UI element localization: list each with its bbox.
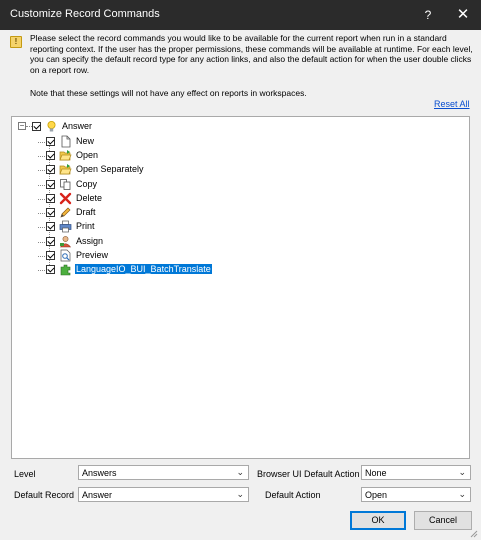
chevron-down-icon: ⌄	[236, 467, 244, 477]
tree-item-label: Copy	[76, 178, 98, 189]
copy-icon	[59, 178, 72, 191]
info-message: Please select the record commands you wo…	[30, 33, 473, 75]
pencil-icon	[59, 206, 72, 219]
tree-item-label: Print	[76, 221, 95, 231]
tree-connector	[38, 255, 45, 257]
tree-item-label: New	[76, 135, 95, 146]
tree-connector	[38, 170, 45, 171]
tree-connector	[38, 156, 45, 157]
reset-all-link[interactable]: Reset All	[434, 99, 470, 109]
tree-connector	[38, 213, 45, 214]
open-folder-icon	[59, 163, 72, 176]
checkbox[interactable]	[46, 208, 55, 217]
window-title: Customize Record Commands	[10, 8, 160, 20]
checkbox[interactable]	[46, 151, 55, 160]
warning-icon: !	[10, 36, 22, 48]
tree-connector	[38, 227, 45, 228]
level-dropdown[interactable]: Answers ⌄	[78, 465, 249, 480]
delete-x-icon	[59, 192, 72, 205]
help-button[interactable]: ?	[416, 6, 440, 24]
tree-item-label: Draft	[76, 207, 96, 217]
tree-root-label: Answer	[62, 121, 93, 131]
tree-item-label: Open Separately	[76, 164, 144, 174]
tree-connector	[38, 198, 45, 200]
tree-connector	[38, 241, 45, 243]
cancel-button[interactable]: Cancel	[414, 511, 472, 530]
checkbox[interactable]	[46, 236, 55, 246]
collapse-expander-icon[interactable]: −	[18, 122, 26, 130]
checkbox[interactable]	[32, 122, 41, 131]
default-action-label: Default Action	[265, 490, 321, 500]
browser-ui-default-action-value: None	[365, 468, 387, 478]
new-document-icon	[59, 135, 72, 148]
checkbox[interactable]	[46, 165, 55, 174]
checkbox[interactable]	[46, 193, 55, 203]
browser-ui-default-action-label: Browser UI Default Action	[257, 469, 360, 479]
chevron-down-icon: ⌄	[458, 467, 466, 477]
checkbox[interactable]	[46, 265, 55, 274]
checkbox[interactable]	[46, 179, 55, 189]
level-label: Level	[14, 469, 36, 479]
title-bar: Customize Record Commands ? ✕	[0, 0, 481, 30]
default-action-dropdown[interactable]: Open ⌄	[361, 487, 471, 502]
open-folder-icon	[59, 149, 72, 162]
chevron-down-icon: ⌄	[458, 489, 466, 499]
default-record-value: Answer	[82, 490, 113, 500]
printer-icon	[59, 220, 72, 233]
default-action-value: Open	[365, 490, 388, 500]
tree-item-label: Delete	[76, 192, 103, 203]
level-value: Answers	[82, 468, 117, 478]
checkbox[interactable]	[46, 250, 55, 260]
lightbulb-icon	[45, 120, 58, 133]
browser-ui-default-action-dropdown[interactable]: None ⌄	[361, 465, 471, 480]
tree-connector	[38, 270, 45, 271]
info-note: Note that these settings will not have a…	[30, 88, 307, 98]
chevron-down-icon: ⌄	[236, 489, 244, 499]
plugin-icon	[59, 263, 72, 276]
default-record-label: Default Record	[14, 490, 75, 500]
tree-connector	[38, 141, 45, 143]
checkbox[interactable]	[46, 136, 55, 146]
tree-item-label-selected: LanguageIO_BUI_BatchTranslate	[75, 264, 212, 274]
close-button[interactable]: ✕	[450, 5, 476, 25]
tree-item-label: Assign	[76, 235, 104, 246]
command-tree[interactable]: − Answer New Open Open Separately Copy D…	[11, 116, 470, 459]
tree-connector	[38, 184, 45, 186]
assign-user-icon	[59, 235, 72, 248]
preview-icon	[59, 249, 72, 262]
checkbox[interactable]	[46, 222, 55, 231]
tree-item-label: Preview	[76, 249, 109, 260]
ok-button[interactable]: OK	[350, 511, 406, 530]
resize-grip-icon[interactable]	[468, 528, 478, 538]
tree-item-label: Open	[76, 150, 99, 160]
default-record-dropdown[interactable]: Answer ⌄	[78, 487, 249, 502]
